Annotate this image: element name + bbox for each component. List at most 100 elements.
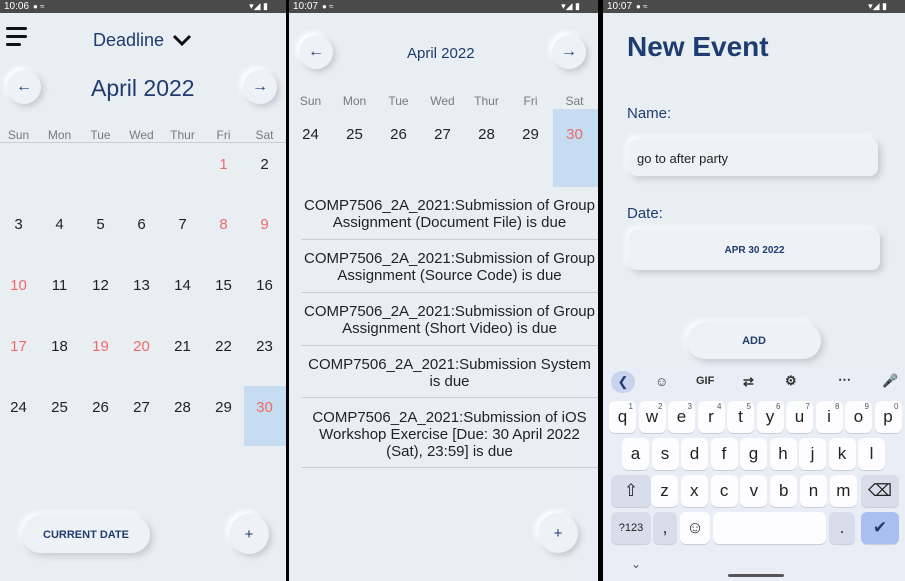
key-l[interactable]: l xyxy=(858,438,885,470)
key-i[interactable]: i8 xyxy=(815,401,843,433)
day-cell[interactable]: 8 xyxy=(203,216,244,233)
weekday-label: Fri xyxy=(216,128,231,142)
day-cell[interactable]: 26 xyxy=(80,399,121,416)
day-cell[interactable]: 3 xyxy=(0,216,39,233)
day-cell[interactable]: 26 xyxy=(377,126,420,143)
day-cell[interactable]: 24 xyxy=(0,399,39,416)
key-f[interactable]: f xyxy=(710,438,738,470)
prev-week-button[interactable]: ← xyxy=(299,35,333,69)
key-m[interactable]: m xyxy=(829,475,857,507)
day-cell[interactable]: 25 xyxy=(39,399,80,416)
day-cell[interactable]: 1 xyxy=(203,156,244,173)
day-cell[interactable]: 10 xyxy=(0,277,39,294)
event-list-item[interactable]: COMP7506_2A_2021:Submission of Group Ass… xyxy=(301,197,598,231)
key-j[interactable]: j xyxy=(799,438,826,470)
key-x[interactable]: x xyxy=(680,475,708,507)
key-z[interactable]: z xyxy=(651,475,678,507)
key-a[interactable]: a xyxy=(622,438,649,470)
day-cell[interactable]: 29 xyxy=(203,399,244,416)
day-cell[interactable]: 25 xyxy=(333,126,376,143)
day-cell[interactable]: 28 xyxy=(162,399,203,416)
key-u[interactable]: u7 xyxy=(786,401,813,433)
day-cell[interactable]: 14 xyxy=(162,277,203,294)
key-y[interactable]: y6 xyxy=(756,401,784,433)
period-key[interactable]: . xyxy=(829,512,855,544)
add-event-button[interactable]: + xyxy=(229,514,269,554)
key-p[interactable]: p0 xyxy=(874,401,902,433)
backspace-key[interactable]: ⌫ xyxy=(861,475,899,507)
comma-key[interactable]: , xyxy=(653,512,677,544)
key-n[interactable]: n xyxy=(800,475,827,507)
key-d[interactable]: d xyxy=(681,438,708,470)
day-cell[interactable]: 19 xyxy=(80,338,121,355)
name-input-value: go to after party xyxy=(637,151,729,166)
key-s[interactable]: s xyxy=(651,438,679,470)
day-cell[interactable]: 21 xyxy=(162,338,203,355)
keyboard-collapse-button[interactable]: ❮ xyxy=(611,371,635,393)
day-cell[interactable]: 7 xyxy=(162,216,203,233)
enter-key[interactable]: ✔ xyxy=(861,512,899,544)
event-list-item[interactable]: COMP7506_2A_2021:Submission System is du… xyxy=(301,356,598,390)
next-week-button[interactable]: → xyxy=(552,35,586,69)
menu-icon[interactable] xyxy=(6,27,28,47)
day-cell[interactable]: 4 xyxy=(39,216,80,233)
key-c[interactable]: c xyxy=(710,475,738,507)
day-cell[interactable]: 15 xyxy=(203,277,244,294)
day-cell[interactable]: 16 xyxy=(244,277,285,294)
gear-icon[interactable]: ⚙ xyxy=(785,373,797,389)
day-cell[interactable]: 12 xyxy=(80,277,121,294)
next-month-button[interactable]: → xyxy=(243,70,277,104)
prev-month-button[interactable]: ← xyxy=(7,70,41,104)
add-event-button[interactable]: + xyxy=(538,513,578,553)
more-icon[interactable]: ⋯ xyxy=(838,372,851,388)
emoji-key[interactable]: ☺ xyxy=(680,512,710,544)
event-list-item[interactable]: COMP7506_2A_2021:Submission of Group Ass… xyxy=(301,303,598,337)
key-h[interactable]: h xyxy=(769,438,797,470)
space-key[interactable] xyxy=(713,512,826,544)
day-cell[interactable]: 6 xyxy=(121,216,162,233)
day-cell[interactable]: 17 xyxy=(0,338,39,355)
day-cell[interactable]: 30 xyxy=(553,126,596,143)
day-cell[interactable]: 11 xyxy=(39,277,80,294)
key-g[interactable]: g xyxy=(740,438,767,470)
day-cell[interactable]: 2 xyxy=(244,156,285,173)
translate-icon[interactable]: ⇄ xyxy=(743,374,754,390)
key-w[interactable]: w2 xyxy=(638,401,666,433)
key-v[interactable]: v xyxy=(740,475,768,507)
day-cell[interactable]: 9 xyxy=(244,216,285,233)
view-dropdown[interactable]: Deadline xyxy=(93,28,192,52)
key-b[interactable]: b xyxy=(770,475,798,507)
day-cell[interactable]: 13 xyxy=(121,277,162,294)
current-date-button[interactable]: CURRENT DATE xyxy=(22,516,150,553)
status-icons: ▾◢ ▮ xyxy=(249,1,268,11)
day-cell[interactable]: 20 xyxy=(121,338,162,355)
sticker-icon[interactable]: ☺ xyxy=(655,374,668,389)
day-cell[interactable]: 30 xyxy=(244,399,285,416)
key-k[interactable]: k xyxy=(828,438,856,470)
day-cell[interactable]: 5 xyxy=(80,216,121,233)
gif-button[interactable]: GIF xyxy=(696,375,714,387)
day-cell[interactable]: 27 xyxy=(121,399,162,416)
name-input[interactable]: go to after party xyxy=(629,139,878,176)
key-o[interactable]: o9 xyxy=(845,401,872,433)
day-cell[interactable]: 23 xyxy=(244,338,285,355)
shift-key[interactable]: ⇧ xyxy=(611,475,651,507)
key-r[interactable]: r4 xyxy=(697,401,725,433)
key-e[interactable]: e3 xyxy=(668,401,695,433)
plus-icon: + xyxy=(553,524,563,542)
event-list-item[interactable]: COMP7506_2A_2021:Submission of iOS Works… xyxy=(301,409,598,460)
day-cell[interactable]: 18 xyxy=(39,338,80,355)
add-button[interactable]: ADD xyxy=(687,323,821,359)
day-cell[interactable]: 29 xyxy=(509,126,552,143)
chevron-down-icon[interactable]: ⌄ xyxy=(631,557,641,571)
event-list-item[interactable]: COMP7506_2A_2021:Submission of Group Ass… xyxy=(301,250,598,284)
key-t[interactable]: t5 xyxy=(727,401,754,433)
date-picker-button[interactable]: APR 30 2022 xyxy=(629,230,880,270)
day-cell[interactable]: 27 xyxy=(421,126,464,143)
symbols-key[interactable]: ?123 xyxy=(611,512,651,544)
day-cell[interactable]: 22 xyxy=(203,338,244,355)
day-cell[interactable]: 28 xyxy=(465,126,508,143)
microphone-icon[interactable]: 🎤 xyxy=(882,373,898,389)
key-q[interactable]: q1 xyxy=(609,401,636,433)
day-cell[interactable]: 24 xyxy=(289,126,332,143)
